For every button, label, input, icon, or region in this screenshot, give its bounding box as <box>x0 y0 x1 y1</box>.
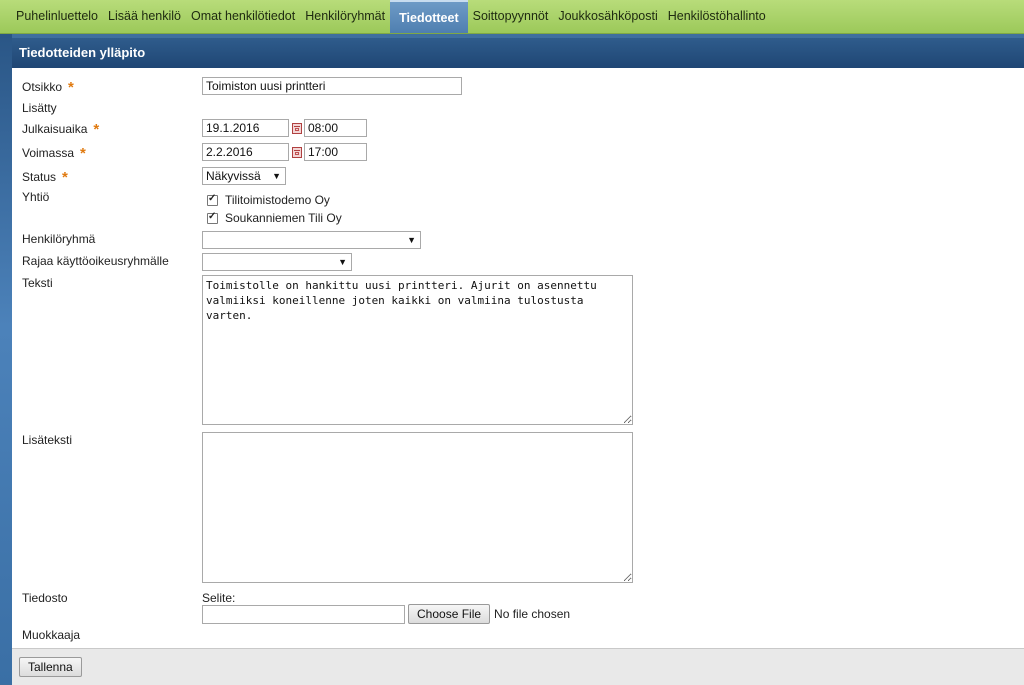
tiedosto-label: Tiedosto <box>22 591 68 605</box>
selite-label: Selite: <box>202 591 236 605</box>
calendar-icon[interactable] <box>292 122 302 134</box>
nav-item-henkiloryhmat[interactable]: Henkilöryhmät <box>300 0 390 33</box>
henkiloryhma-select[interactable]: ▼ <box>202 231 421 249</box>
no-file-text: No file chosen <box>494 607 571 621</box>
dropdown-arrow-icon: ▼ <box>338 257 347 267</box>
nav-item-henkilostohallinto[interactable]: Henkilöstöhallinto <box>663 0 771 33</box>
edit-panel: Tiedotteiden ylläpito Otsikko * Lisätty J… <box>12 38 1024 684</box>
lisatty-label: Lisätty <box>22 101 57 115</box>
form-footer: Tallenna <box>12 648 1024 685</box>
dropdown-arrow-icon: ▼ <box>407 235 416 245</box>
required-star: * <box>80 145 86 162</box>
yhtio-option-label: Soukanniemen Tili Oy <box>225 211 342 225</box>
voimassa-label: Voimassa * <box>22 144 86 162</box>
henkiloryhma-label: Henkilöryhmä <box>22 232 96 246</box>
checkbox-checked[interactable] <box>207 193 218 206</box>
rajaa-select[interactable]: ▼ <box>202 253 352 271</box>
yhtio-label: Yhtiö <box>22 190 50 204</box>
yhtio-option[interactable]: Tilitoimistodemo Oy <box>207 191 342 209</box>
yhtio-option[interactable]: Soukanniemen Tili Oy <box>207 209 342 227</box>
selite-input[interactable] <box>202 604 405 624</box>
teksti-textarea[interactable]: Toimistolle on hankittu uusi printteri. … <box>202 275 633 425</box>
muokkaaja-label: Muokkaaja <box>22 628 81 642</box>
status-label-text: Status <box>22 170 57 184</box>
nav-item-omat-henkilotiedot[interactable]: Omat henkilötiedot <box>186 0 300 33</box>
required-star: * <box>93 121 100 138</box>
panel-title: Tiedotteiden ylläpito <box>12 38 1024 68</box>
choose-file-button[interactable]: Choose File <box>408 604 491 624</box>
status-select[interactable]: Näkyvissä ▼ <box>202 167 286 185</box>
nav-item-joukkosahkoposti[interactable]: Joukkosähköposti <box>553 0 662 33</box>
nav-item-soittopyynnot[interactable]: Soittopyynnöt <box>468 0 554 33</box>
checkbox-checked[interactable] <box>207 211 218 224</box>
required-star: * <box>68 79 74 96</box>
nav-item-puhelinluettelo[interactable]: Puhelinluettelo <box>0 0 103 33</box>
lisateksti-textarea[interactable] <box>202 432 633 583</box>
julkaisuaika-label-text: Julkaisuaika <box>22 122 88 136</box>
voimassa-date-input[interactable] <box>202 143 289 161</box>
lisateksti-label: Lisäteksti <box>22 433 73 447</box>
top-nav: Puhelinluettelo Lisää henkilö Omat henki… <box>0 0 1024 34</box>
julkaisuaika-time-input[interactable] <box>304 119 367 137</box>
calendar-icon[interactable] <box>292 146 302 158</box>
voimassa-time-input[interactable] <box>304 143 367 161</box>
voimassa-label-text: Voimassa <box>22 146 75 160</box>
save-button[interactable]: Tallenna <box>19 657 82 677</box>
nav-item-tiedotteet[interactable]: Tiedotteet <box>390 0 468 33</box>
otsikko-input[interactable] <box>202 77 462 95</box>
status-select-value: Näkyvissä <box>206 169 261 183</box>
rajaa-label: Rajaa käyttöoikeusryhmälle <box>22 254 169 268</box>
teksti-label: Teksti <box>22 276 53 290</box>
julkaisuaika-label: Julkaisuaika * <box>22 120 100 138</box>
julkaisuaika-date-input[interactable] <box>202 119 289 137</box>
yhtio-option-label: Tilitoimistodemo Oy <box>225 193 330 207</box>
otsikko-label-text: Otsikko <box>22 80 63 94</box>
required-star: * <box>62 169 68 186</box>
left-background <box>0 34 12 684</box>
nav-item-lisaa-henkilo[interactable]: Lisää henkilö <box>103 0 186 33</box>
otsikko-label: Otsikko * <box>22 78 74 96</box>
status-label: Status * <box>22 168 68 186</box>
dropdown-arrow-icon: ▼ <box>272 171 281 181</box>
